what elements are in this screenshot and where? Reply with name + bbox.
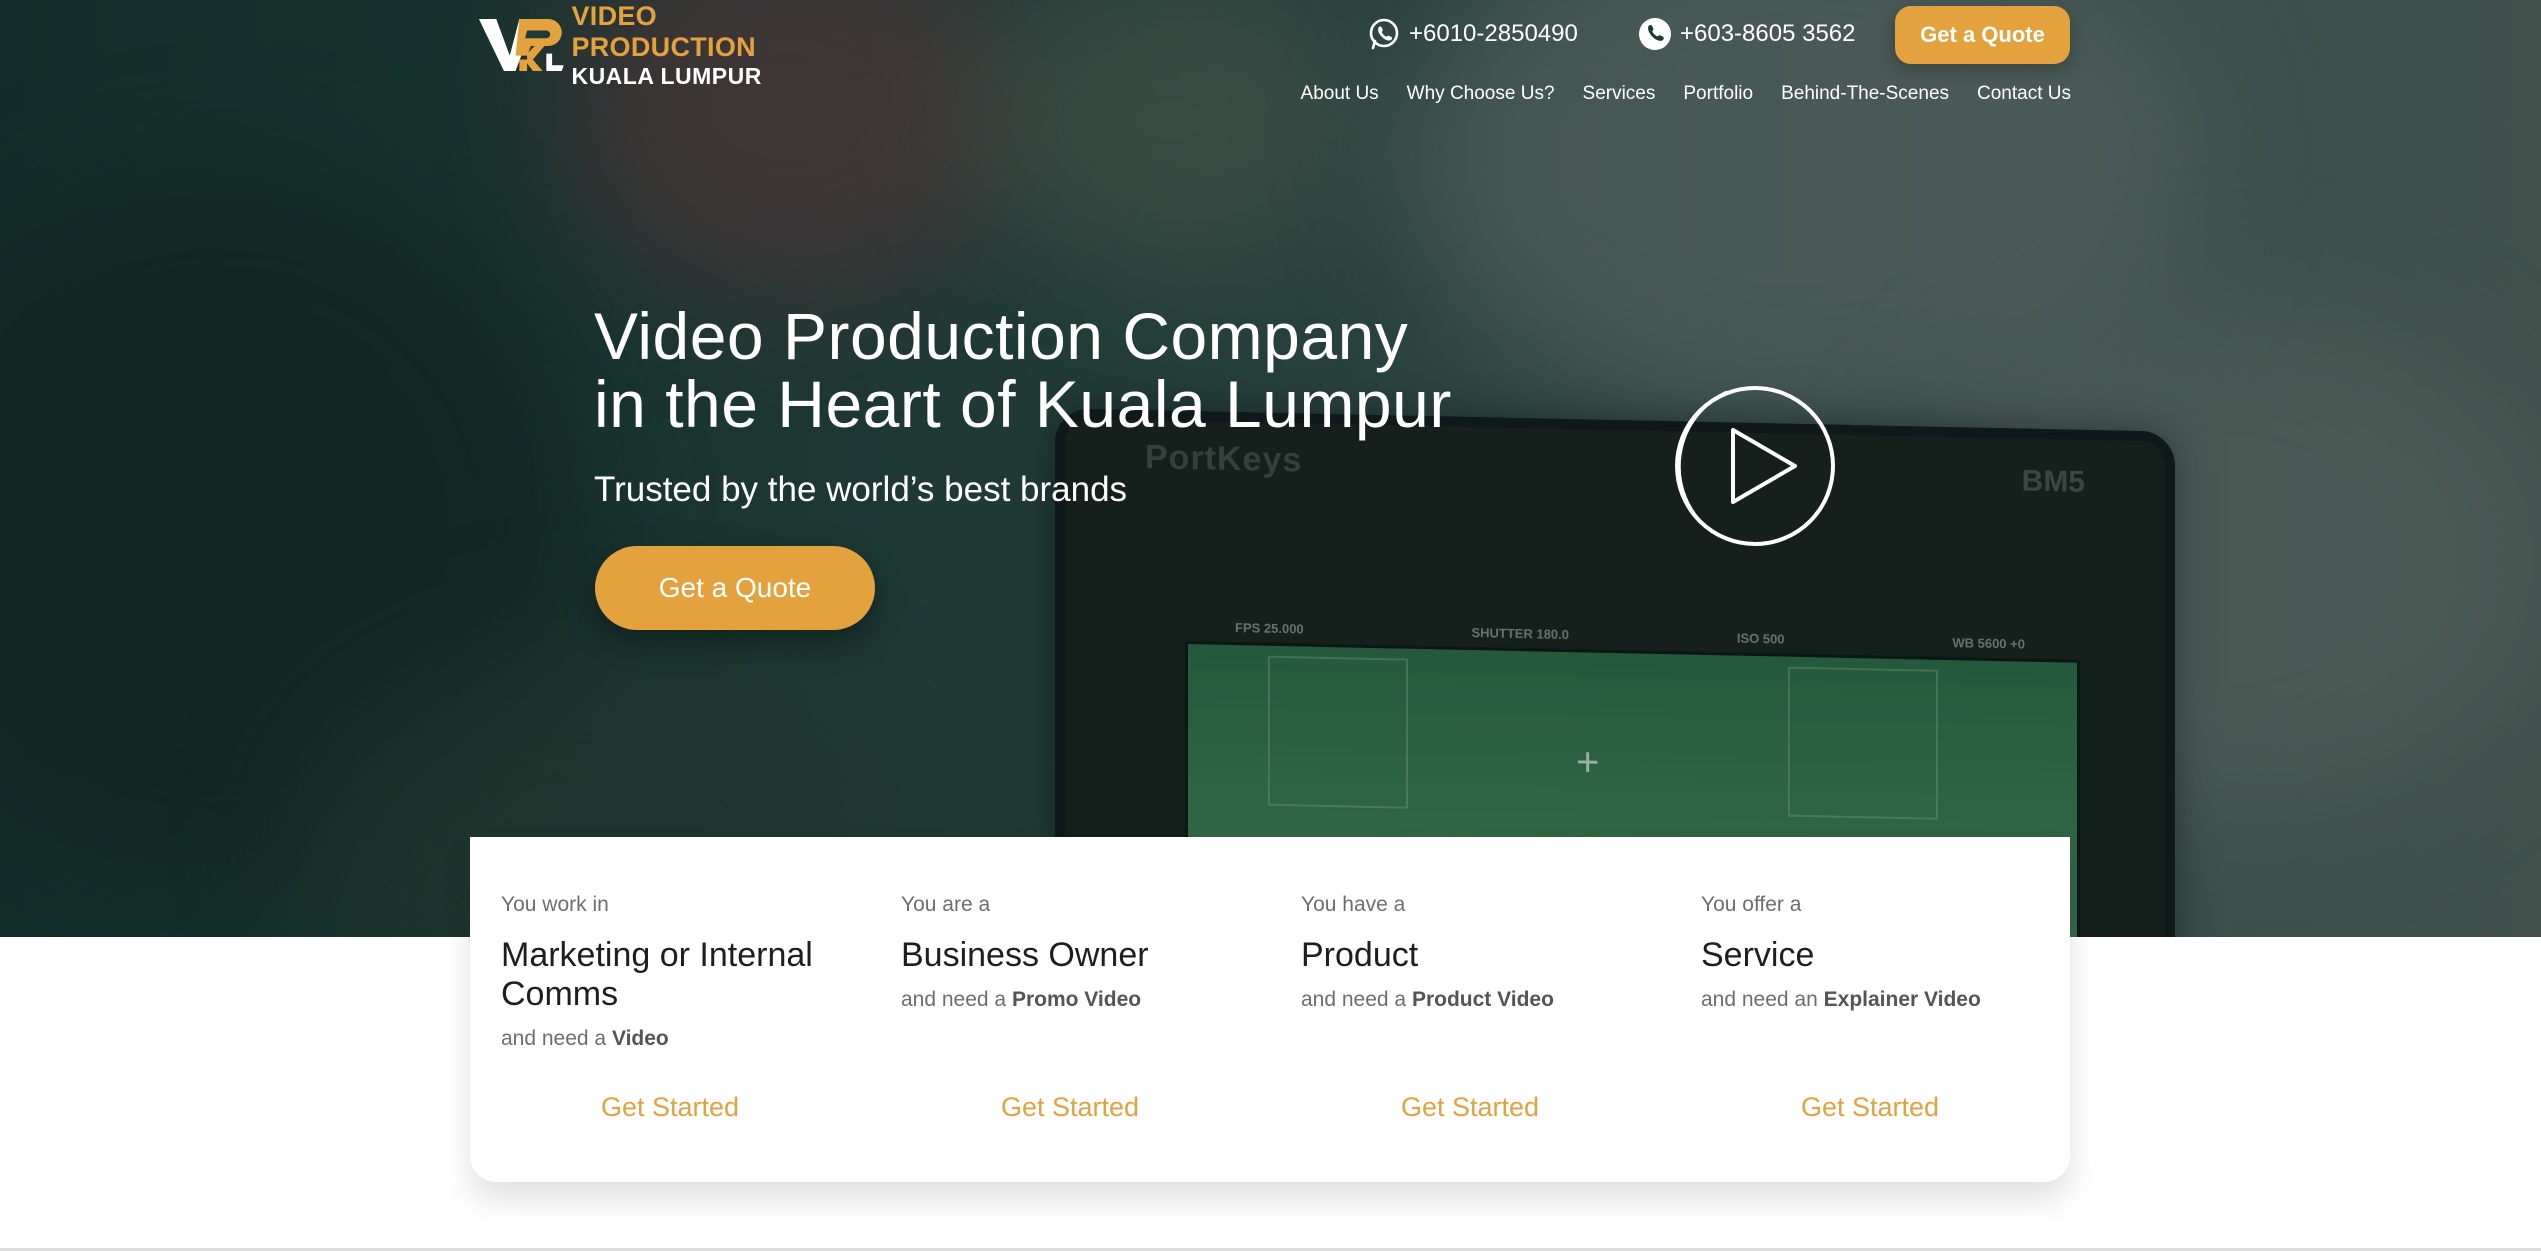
audience-need: and need a Video <box>501 1027 669 1050</box>
audience-option-product: You have a Product and need a Product Vi… <box>1270 837 1670 1182</box>
get-started-link[interactable]: Get Started <box>470 1092 870 1123</box>
main-nav: About Us Why Choose Us? Services Portfol… <box>1301 83 2071 105</box>
nav-portfolio[interactable]: Portfolio <box>1683 83 1753 105</box>
nav-behind-the-scenes[interactable]: Behind-The-Scenes <box>1781 83 1949 105</box>
get-started-link[interactable]: Get Started <box>1270 1092 1670 1123</box>
logo-title: VIDEO PRODUCTION <box>571 0 756 62</box>
audience-title: Marketing or Internal Comms <box>501 936 813 1013</box>
phone-icon <box>1639 18 1671 50</box>
audience-pre: You are a <box>901 893 991 916</box>
logo-subtitle: KUALA LUMPUR <box>571 62 762 89</box>
whatsapp-icon <box>1369 18 1399 50</box>
hero-title-line1: Video Production Company <box>594 299 1409 373</box>
phone-number: +603-8605 3562 <box>1680 20 1856 47</box>
vpkl-logo-icon <box>478 18 564 72</box>
nav-about-us[interactable]: About Us <box>1301 83 1379 105</box>
nav-contact-us[interactable]: Contact Us <box>1977 83 2071 105</box>
audience-title: Business Owner <box>901 936 1149 974</box>
audience-title: Product <box>1301 936 1419 974</box>
get-started-link[interactable]: Get Started <box>1670 1092 2070 1123</box>
nav-services[interactable]: Services <box>1583 83 1656 105</box>
audience-need: and need a Product Video <box>1301 988 1554 1011</box>
get-started-link[interactable]: Get Started <box>870 1092 1270 1123</box>
hero-title-line2: in the Heart of Kuala Lumpur <box>594 367 1452 441</box>
header-get-quote-button[interactable]: Get a Quote <box>1895 6 2070 64</box>
audience-pre: You have a <box>1301 893 1406 916</box>
audience-option-marketing: You work in Marketing or Internal Comms … <box>470 837 870 1182</box>
phone-contact[interactable]: +603-8605 3562 <box>1638 17 1856 51</box>
whatsapp-contact[interactable]: +6010-2850490 <box>1367 17 1578 51</box>
audience-need: and need an Explainer Video <box>1701 988 1981 1011</box>
audience-need: and need a Promo Video <box>901 988 1142 1011</box>
hero-background: PortKeys BM5 FPS 25.000 SHUTTER 180.0 IS… <box>0 0 2541 937</box>
audience-title: Service <box>1701 936 1815 974</box>
audience-pre: You offer a <box>1701 893 1802 916</box>
nav-why-choose-us[interactable]: Why Choose Us? <box>1407 83 1555 105</box>
audience-option-business-owner: You are a Business Owner and need a Prom… <box>870 837 1270 1182</box>
hero-get-quote-button[interactable]: Get a Quote <box>595 546 875 630</box>
whatsapp-number: +6010-2850490 <box>1409 20 1578 47</box>
play-video-icon[interactable] <box>1667 378 1843 554</box>
audience-card: You work in Marketing or Internal Comms … <box>470 837 2070 1182</box>
site-logo[interactable]: VIDEO PRODUCTION KUALA LUMPUR <box>477 1 839 89</box>
audience-option-service: You offer a Service and need an Explaine… <box>1670 837 2070 1182</box>
audience-pre: You work in <box>501 893 609 916</box>
hero-subtitle: Trusted by the world’s best brands <box>594 470 1128 509</box>
